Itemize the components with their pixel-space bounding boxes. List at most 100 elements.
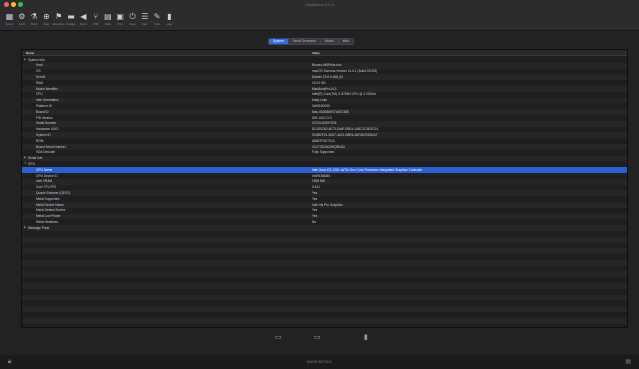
info-table: Name Value ▶ System Info Host Bruces-MBP.fr… [21, 49, 628, 328]
disclosure-triangle-icon[interactable]: ▶ [24, 226, 26, 229]
row-name: Metal Low Power [36, 214, 61, 219]
toolbar-item-calc[interactable]: ☰ Calc [139, 12, 150, 29]
toolbar-item-power[interactable]: ⏻ Power [127, 12, 138, 29]
column-header-name[interactable]: Name [26, 51, 34, 55]
toolbar-item-usb[interactable]: ⑂ USB [90, 12, 101, 29]
row-name: GPU [28, 161, 35, 166]
pcie-icon: ▣ [116, 12, 124, 21]
status-bar: HACKINTOOL [0, 355, 639, 369]
status-text: HACKINTOOL [306, 360, 333, 364]
row-name: Serial Number [36, 121, 57, 126]
row-name: Serial Info [28, 156, 43, 161]
row-name: Model Identifier [36, 86, 58, 91]
row-name: ROM [36, 138, 44, 143]
column-header-value[interactable]: Value [312, 51, 320, 55]
displays-icon: ▬ [67, 12, 75, 21]
row-name: Metal Headless [36, 219, 58, 224]
trash-icon[interactable]: ▮ [364, 333, 368, 341]
toolbar-item-serial[interactable]: ⚙ Serial [16, 12, 27, 29]
row-value: 16.00 GB [312, 80, 326, 85]
row-name: RAM [36, 80, 44, 85]
row-value: 8C4D52B2-6073-5A8F-B9D4-1A8C2D3E9C24 [312, 127, 379, 132]
toolbar-item-boot[interactable]: ⊕ Boot [41, 12, 52, 29]
toolbar-item-displays[interactable]: ▬ Displays [66, 12, 77, 29]
row-value: No [312, 219, 317, 224]
row-value: Intel Iris Pro Graphics [312, 202, 343, 207]
toolbar-item-logs[interactable]: ▮ Logs [164, 12, 175, 29]
row-value: C02XL0GEHTD6 [312, 121, 337, 126]
row-value: 0x591B8086 [312, 173, 330, 178]
row-name: OS [36, 69, 41, 74]
row-name: Platform ID [36, 103, 52, 108]
disclosure-triangle-icon[interactable]: ▼ [24, 162, 27, 165]
row-name: Intel VRAM [36, 179, 53, 184]
row-name: Board Serial Number [36, 144, 66, 149]
lock-icon[interactable]: 🔒︎ [8, 358, 11, 366]
disks-icon: ▤ [104, 12, 112, 21]
row-value: A8667F4E7C1C [312, 138, 336, 143]
toolbar-item-label: Logs [166, 23, 172, 26]
disclosure-triangle-icon[interactable]: ▶ [24, 156, 26, 159]
import-icon[interactable]: ▭ [275, 333, 282, 341]
row-value: Yes [312, 214, 318, 219]
row-value: Bruces-MBP.fritz.box [312, 63, 342, 68]
row-value: C02723204J9HQ9KAD [312, 144, 345, 149]
row-name: Metal Default Device [36, 208, 66, 213]
toolbar-item-system[interactable]: ▦ System [4, 12, 15, 29]
serial-icon: ⚙ [18, 12, 26, 21]
pane-toggle-icon[interactable]: ▤ [625, 358, 631, 365]
toolbar-item-extensions[interactable]: ⚑ Extensions [53, 12, 65, 29]
empty-row [22, 324, 627, 327]
row-name: Hardware UUID [36, 127, 59, 132]
row-name: VDA Decoder [36, 150, 56, 155]
table-header: Name Value [22, 50, 627, 56]
row-value: Yes [312, 190, 318, 195]
toolbar-item-disks[interactable]: ▤ Disks [102, 12, 113, 29]
tab-misc[interactable]: Misc [338, 39, 354, 44]
row-value: Darwin 23.6.0 x86_64 [312, 74, 344, 79]
export-icon[interactable]: ▭ [314, 333, 321, 341]
toolbar-item-patch[interactable]: ⚗ Patch [29, 12, 40, 29]
row-name: System ID [36, 132, 51, 137]
row-name: FW Version [36, 115, 53, 120]
power-icon: ⏻ [129, 12, 136, 21]
usb-icon: ⑂ [93, 12, 98, 21]
logs-icon: ▮ [167, 12, 172, 21]
tools-icon: ✎ [153, 12, 161, 21]
system-icon: ▦ [5, 12, 14, 21]
row-name: Intel Generation [36, 98, 59, 103]
row-value: Intel Xeon E3-1200 v6/7th Gen Core Proce… [312, 167, 423, 172]
row-name: Board ID [36, 109, 49, 114]
row-name: CPU [36, 92, 43, 97]
patch-icon: ⚗ [30, 12, 38, 21]
disclosure-triangle-icon[interactable]: ▶ [24, 58, 26, 61]
row-value: 529.140.2.0.0 [312, 115, 332, 120]
row-value: Kaby Lake [312, 98, 328, 103]
row-name: Kernel [36, 74, 46, 79]
calc-icon: ☰ [141, 12, 149, 21]
row-name: GPU Device ID [36, 173, 58, 178]
row-value: Fully Supported [312, 150, 335, 155]
app-window: Hackintool 3.9.4 ▦ System ⚙ Serial ⚗ Patch ⊕ Bo… [0, 0, 639, 369]
row-name: System Info [28, 57, 45, 62]
tab-serial-generator[interactable]: Serial Generator [288, 39, 322, 44]
tab-system[interactable]: System [269, 39, 289, 44]
toolbar-item-sound[interactable]: ◀ Sound [78, 12, 89, 29]
window-title: Hackintool 3.9.4 [305, 2, 334, 7]
toolbar: ▦ System ⚙ Serial ⚗ Patch ⊕ Boot ⚑ Extensions ▬ Dis… [0, 9, 639, 31]
toolbar-item-pcie[interactable]: ▣ PCIe [115, 12, 126, 29]
row-value: 9C8B2F41-3D07-4A21-B6E5-4AF5D29D82A7 [312, 132, 378, 137]
row-value: Yes [312, 196, 318, 201]
tab-bar: System Serial Generator Model Misc [268, 38, 355, 45]
toolbar-item-tools[interactable]: ✎ Tools [152, 12, 163, 29]
row-name: GPU Name [36, 167, 53, 172]
sound-icon: ◀ [80, 12, 87, 21]
row-value: Mac-551B86E5744E2388 [312, 109, 349, 114]
row-name: Metal Supported [36, 196, 60, 201]
row-value: 0x591B0000 [312, 103, 330, 108]
row-name: Host [36, 63, 43, 68]
row-value: Intel(R) Core(TM) i7-8750H CPU @ 2.20GHz [312, 92, 376, 97]
boot-icon: ⊕ [43, 12, 50, 21]
tab-model[interactable]: Model [321, 39, 339, 44]
row-value: Yes [312, 208, 318, 213]
